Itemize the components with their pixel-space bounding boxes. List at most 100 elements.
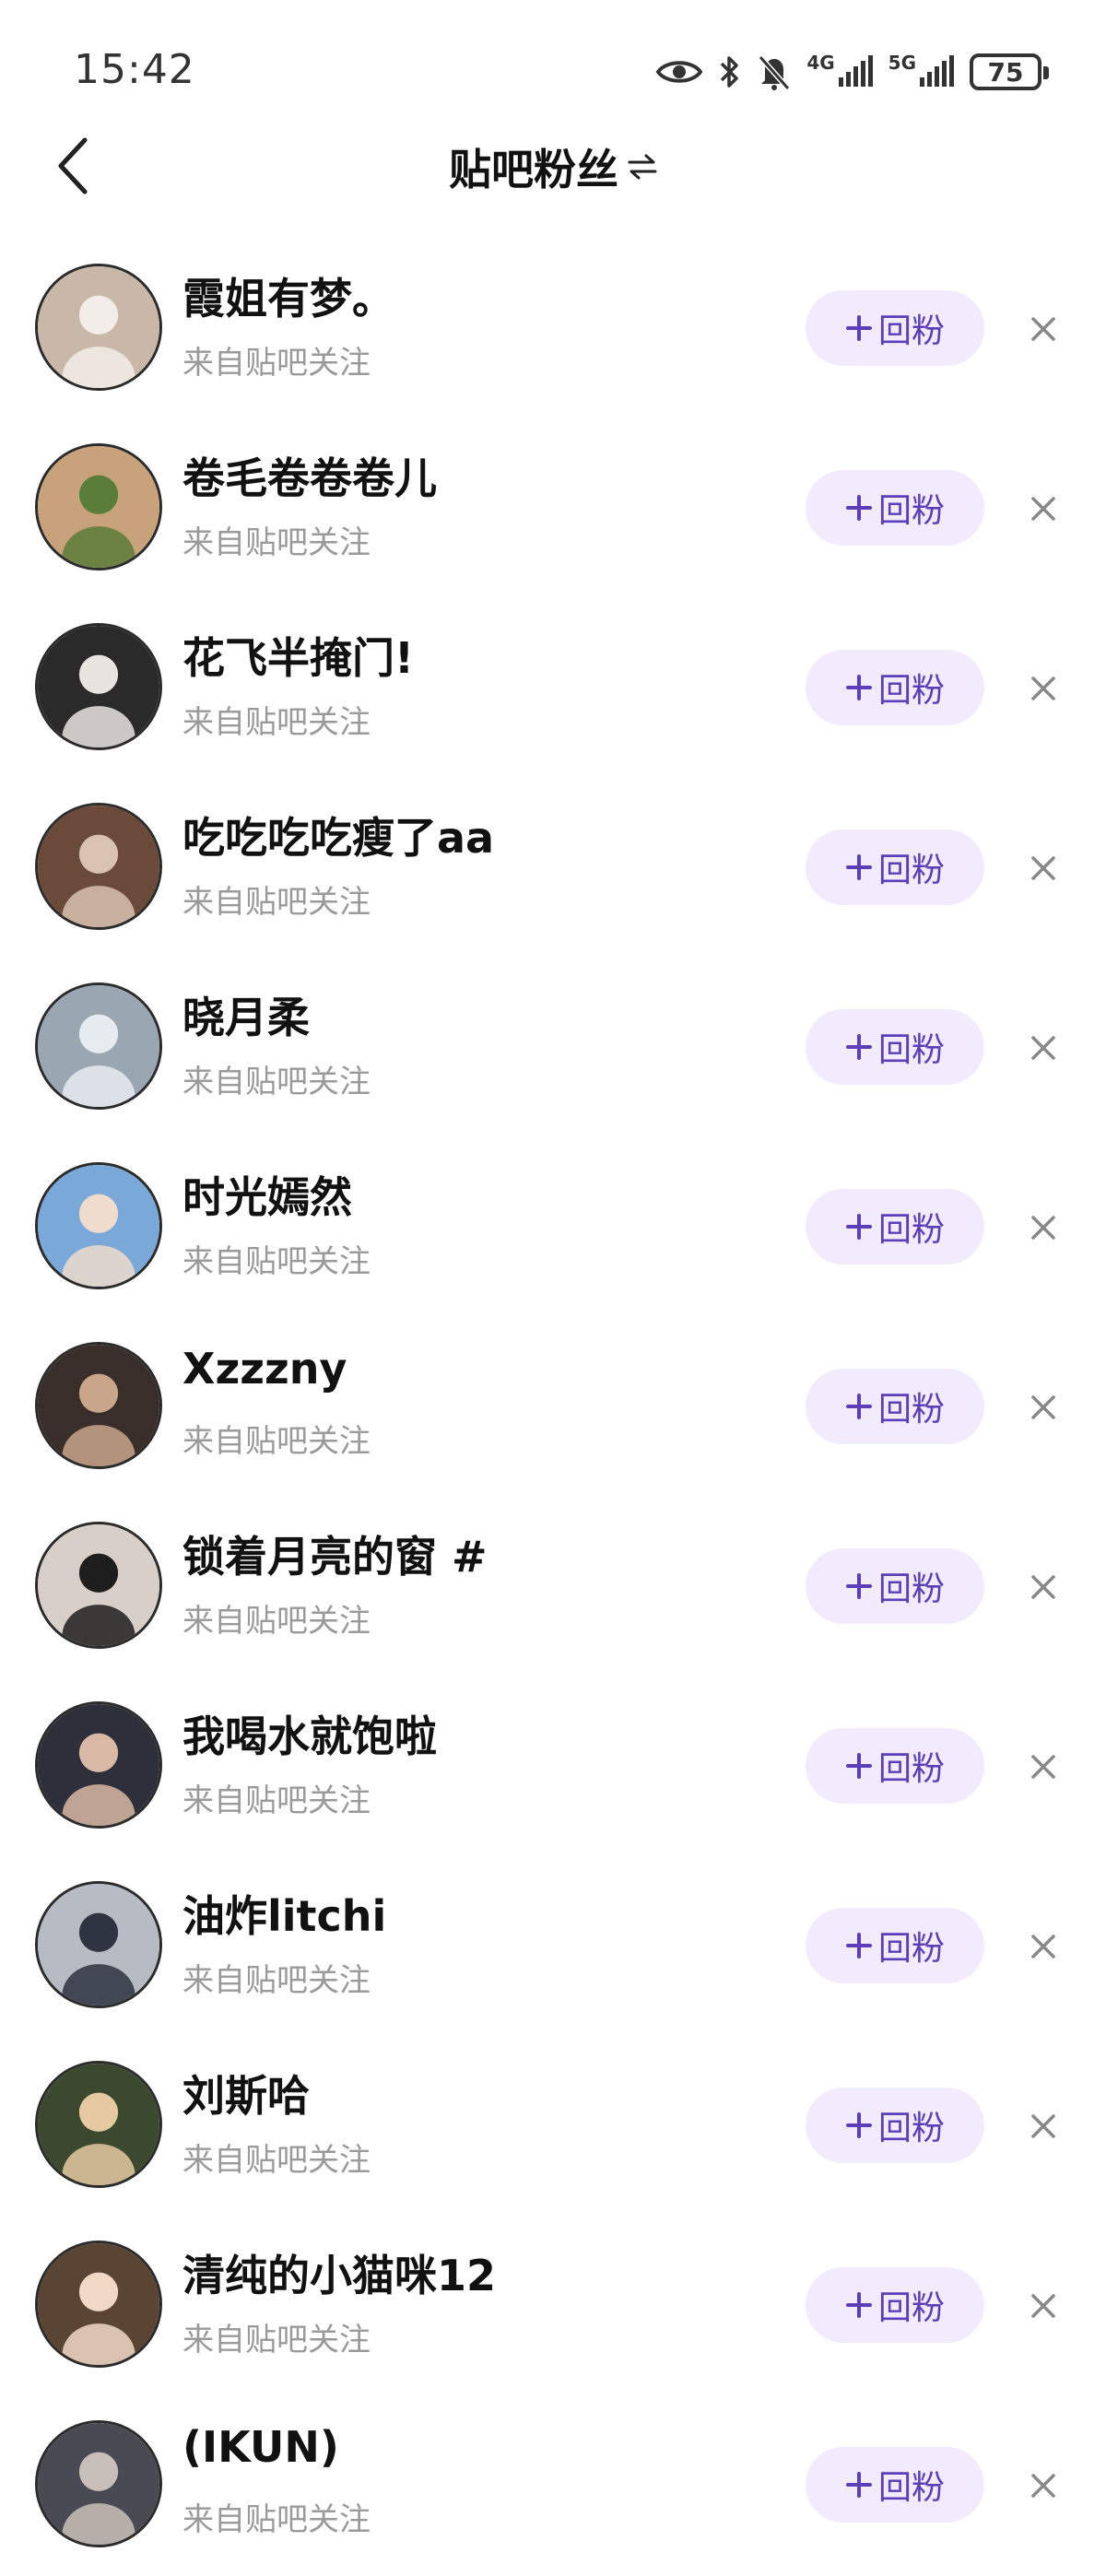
plus-icon	[845, 1033, 873, 1061]
list-item[interactable]: 花飞半掩门! 来自贴吧关注 回粉	[0, 599, 1106, 779]
plus-icon	[845, 1393, 873, 1420]
swap-icon	[628, 154, 657, 180]
follow-back-button[interactable]: 回粉	[806, 1908, 984, 1983]
avatar[interactable]	[35, 1522, 162, 1649]
fan-name[interactable]: Xzzzny	[182, 1344, 347, 1394]
follow-back-button[interactable]: 回粉	[806, 650, 984, 725]
dismiss-button[interactable]	[1023, 1567, 1064, 1607]
close-icon	[1031, 1395, 1055, 1419]
follow-back-button[interactable]: 回粉	[806, 829, 984, 905]
fan-source: 来自贴吧关注	[182, 1064, 371, 1100]
follow-back-button[interactable]: 回粉	[806, 1369, 984, 1444]
fan-name[interactable]: 霞姐有梦。	[182, 265, 394, 326]
list-item[interactable]: Xzzzny 来自贴吧关注 回粉	[0, 1318, 1106, 1498]
avatar[interactable]	[35, 2241, 162, 2368]
follow-back-label: 回粉	[877, 2110, 945, 2147]
follow-back-label: 回粉	[877, 2469, 945, 2507]
fan-name[interactable]: 花飞半掩门!	[182, 625, 414, 686]
fan-name[interactable]: 油炸litchi	[182, 1883, 386, 1944]
list-item[interactable]: 卷毛卷卷卷儿 来自贴吧关注 回粉	[0, 419, 1106, 599]
plus-icon	[845, 1572, 873, 1600]
avatar[interactable]	[35, 2061, 162, 2188]
avatar[interactable]	[35, 1342, 162, 1469]
fan-name[interactable]: 刘斯哈	[182, 2063, 310, 2123]
list-item[interactable]: 我喝水就饱啦 来自贴吧关注 回粉	[0, 1677, 1106, 1857]
fan-name[interactable]: 吃吃吃吃瘦了aa	[182, 805, 494, 865]
close-icon	[1031, 2114, 1055, 2138]
follow-back-button[interactable]: 回粉	[806, 290, 984, 366]
dismiss-button[interactable]	[1023, 848, 1064, 888]
follow-back-label: 回粉	[877, 492, 945, 530]
follow-back-button[interactable]: 回粉	[806, 1009, 984, 1085]
follow-back-button[interactable]: 回粉	[806, 1189, 984, 1264]
list-item[interactable]: 晓月柔来自贴吧关注 回粉	[0, 959, 1106, 1138]
follow-back-label: 回粉	[877, 1750, 945, 1788]
dismiss-button[interactable]	[1023, 488, 1064, 529]
fan-name[interactable]: 我喝水就饱啦	[182, 1703, 437, 1764]
dismiss-button[interactable]	[1023, 1387, 1064, 1428]
follow-back-button[interactable]: 回粉	[806, 1548, 984, 1624]
avatar[interactable]	[35, 1881, 162, 2008]
dismiss-button[interactable]	[1023, 1028, 1064, 1068]
fan-source: 来自贴吧关注	[182, 884, 371, 921]
list-item[interactable]: 霞姐有梦。 来自贴吧关注 回粉	[0, 240, 1106, 419]
fan-name[interactable]: 卷毛卷卷卷儿	[182, 445, 437, 506]
status-icons: 4G 5G 75	[655, 46, 1049, 98]
close-icon	[1031, 1216, 1055, 1240]
follow-back-button[interactable]: 回粉	[806, 2447, 984, 2523]
list-item[interactable]: 吃吃吃吃瘦了aa 来自贴吧关注 回粉	[0, 779, 1106, 959]
fan-name[interactable]: 锁着月亮的窗 #	[182, 1523, 488, 1584]
list-item[interactable]: 时光嫣然 来自贴吧关注 回粉	[0, 1138, 1106, 1318]
list-item[interactable]: 清纯的小猫咪12 来自贴吧关注 回粉	[0, 2217, 1106, 2396]
avatar[interactable]	[35, 443, 162, 570]
avatar[interactable]	[35, 623, 162, 750]
dismiss-button[interactable]	[1023, 1207, 1064, 1248]
fan-source: 来自贴吧关注	[182, 1423, 371, 1460]
avatar[interactable]	[35, 2420, 162, 2547]
close-icon	[1031, 676, 1055, 700]
avatar[interactable]	[35, 1701, 162, 1829]
plus-icon	[845, 853, 873, 881]
battery-level: 75	[987, 56, 1024, 88]
dismiss-button[interactable]	[1023, 1747, 1064, 1787]
fan-source: 来自贴吧关注	[182, 704, 371, 741]
fan-name[interactable]: 晓月柔	[182, 984, 310, 1045]
dismiss-button[interactable]	[1023, 309, 1064, 349]
signal-5g-icon: 5G	[888, 53, 955, 90]
list-item[interactable]: 锁着月亮的窗 # 来自贴吧关注 回粉	[0, 1498, 1106, 1677]
bluetooth-icon	[718, 53, 742, 90]
dismiss-button[interactable]	[1023, 2106, 1064, 2147]
close-icon	[1031, 1036, 1055, 1060]
dismiss-button[interactable]	[1023, 668, 1064, 709]
follow-back-button[interactable]: 回粉	[806, 2267, 984, 2343]
follow-back-button[interactable]: 回粉	[806, 2088, 984, 2163]
fan-source: 来自贴吧关注	[182, 2501, 371, 2538]
dismiss-button[interactable]	[1023, 2286, 1064, 2326]
avatar[interactable]	[35, 982, 162, 1110]
avatar[interactable]	[35, 1162, 162, 1289]
follow-back-label: 回粉	[877, 1930, 945, 1968]
list-item[interactable]: (IKUN) 来自贴吧关注 回粉	[0, 2396, 1106, 2576]
follow-back-button[interactable]: 回粉	[806, 1728, 984, 1804]
follow-back-label: 回粉	[877, 312, 945, 350]
fan-name[interactable]: 时光嫣然	[182, 1164, 352, 1225]
plus-icon	[845, 1752, 873, 1780]
close-icon	[1031, 497, 1055, 521]
network-label-1: 4G	[806, 52, 835, 74]
dismiss-button[interactable]	[1023, 2465, 1064, 2506]
dismiss-button[interactable]	[1023, 1926, 1064, 1967]
follow-back-button[interactable]: 回粉	[806, 470, 984, 546]
follow-back-label: 回粉	[877, 1211, 945, 1249]
page-title: 贴吧粉丝	[449, 145, 618, 194]
fan-name[interactable]: 清纯的小猫咪12	[182, 2242, 496, 2303]
avatar[interactable]	[35, 803, 162, 930]
signal-4g-icon: 4G	[806, 53, 873, 90]
list-item[interactable]: 刘斯哈 来自贴吧关注 回粉	[0, 2037, 1106, 2217]
plus-icon	[845, 2291, 873, 2319]
avatar[interactable]	[35, 264, 162, 391]
fan-list: 霞姐有梦。 来自贴吧关注 回粉 卷毛卷卷卷儿 来自贴吧关注 回粉 花飞半掩门! 来自贴吧关注回…	[0, 240, 1106, 2576]
fan-name[interactable]: (IKUN)	[182, 2422, 339, 2472]
close-icon	[1031, 856, 1055, 880]
list-item[interactable]: 油炸litchi 来自贴吧关注 回粉	[0, 1857, 1106, 2037]
page-title-switcher[interactable]: 贴吧粉丝	[449, 136, 657, 197]
